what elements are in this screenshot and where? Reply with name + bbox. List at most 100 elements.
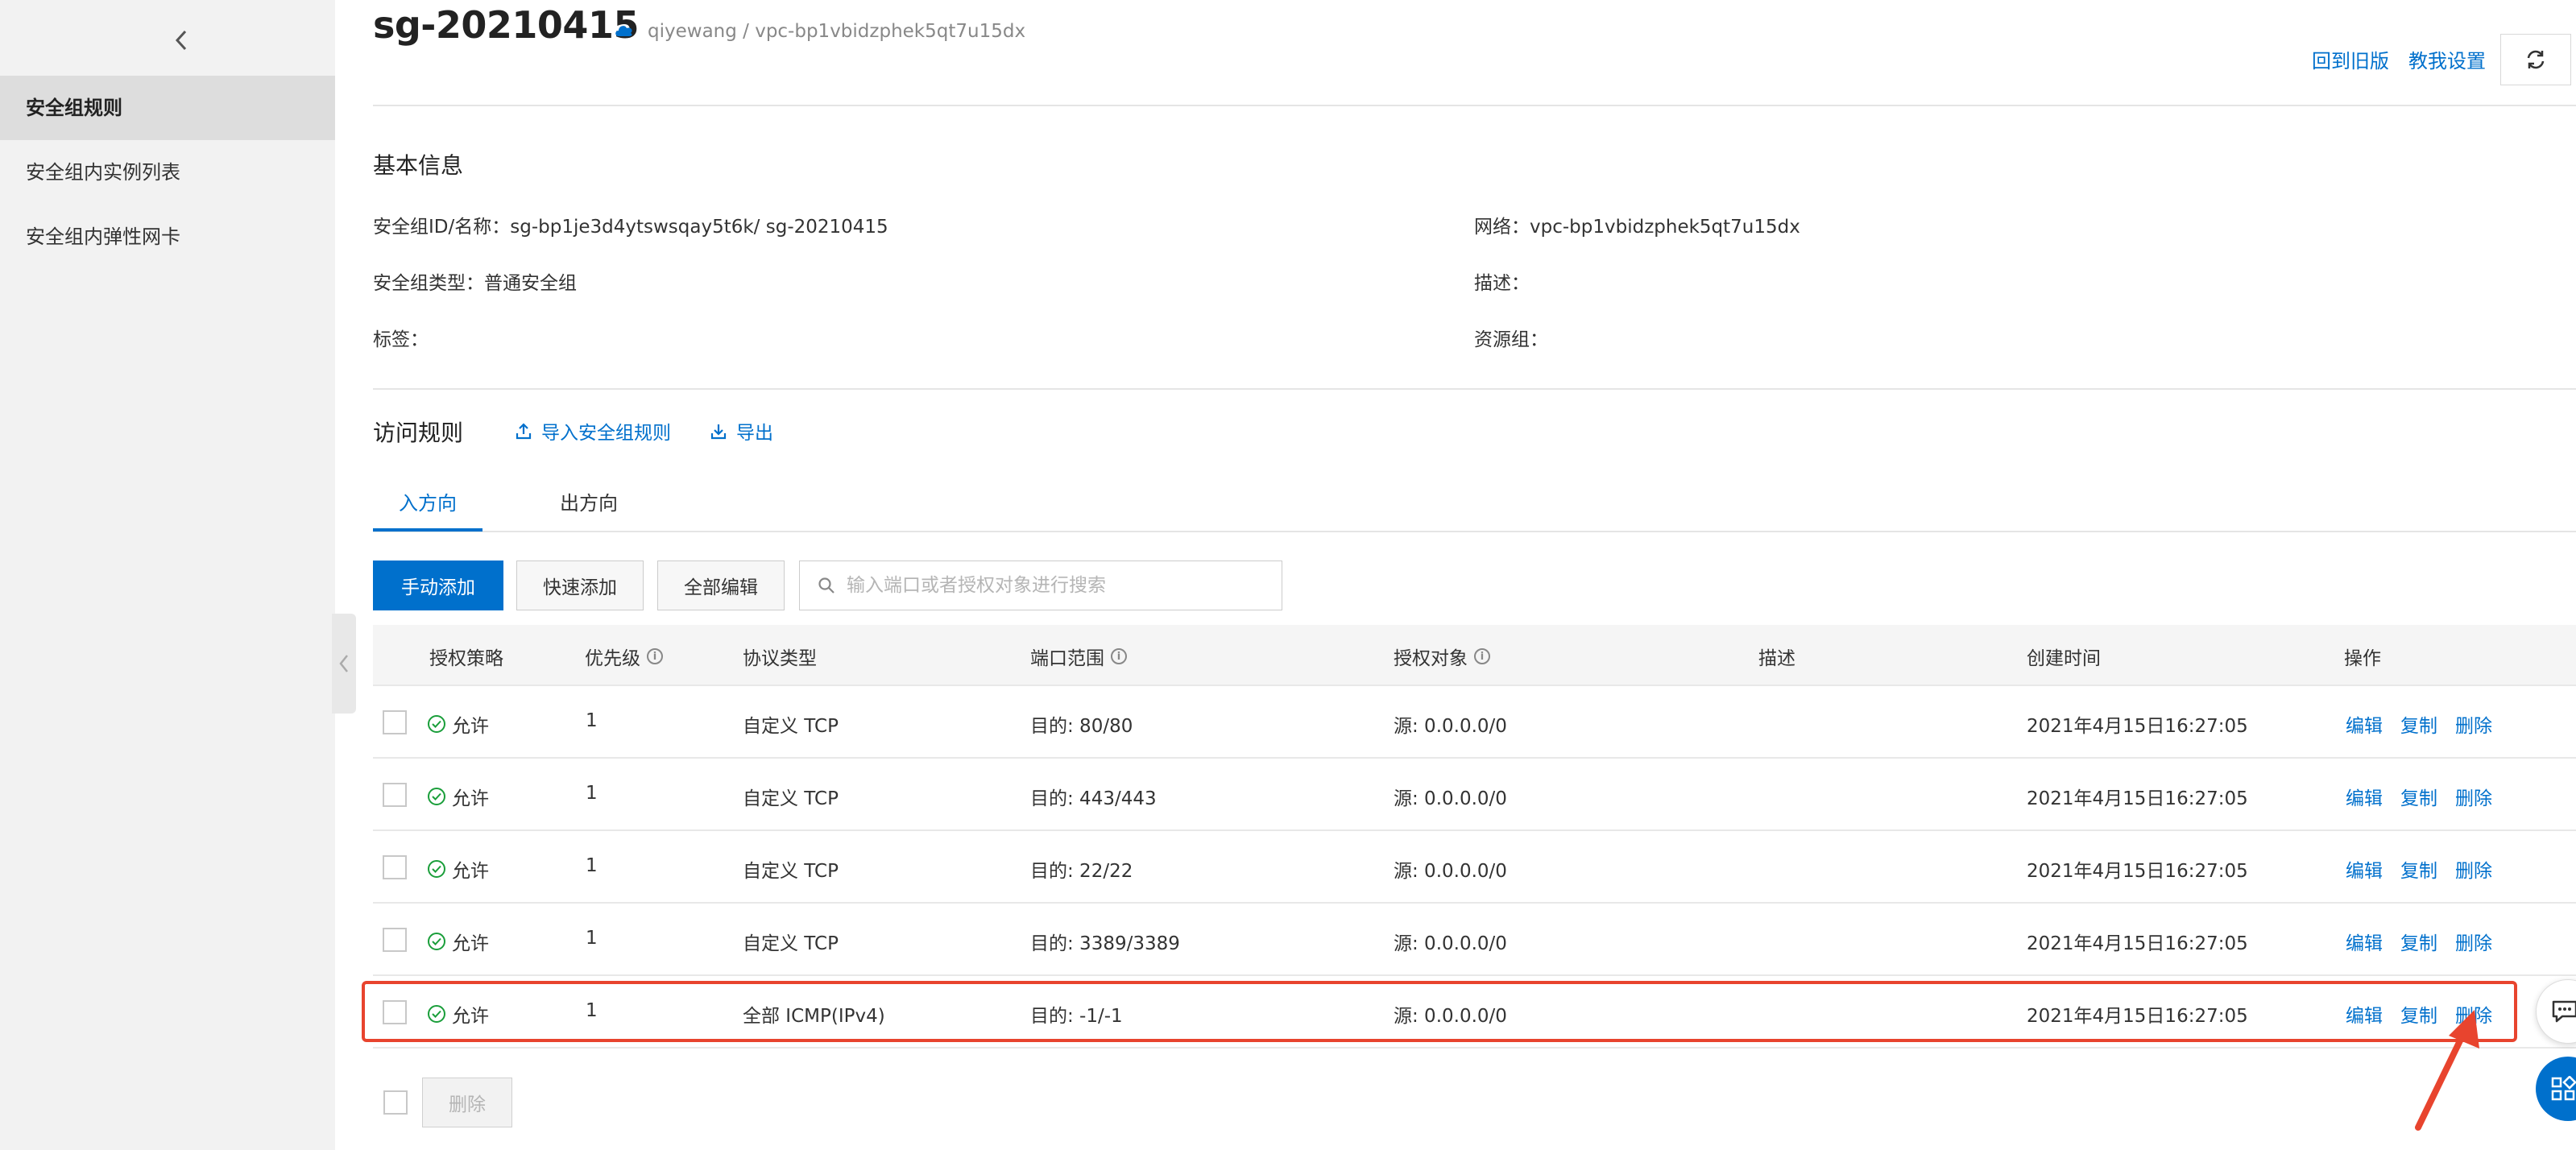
info-description: 描述： [1474, 267, 1530, 295]
priority-cell: 1 [586, 928, 598, 949]
sidebar-item-eni[interactable]: 安全组内弹性网卡 [0, 205, 335, 269]
back-to-old-version-link[interactable]: 回到旧版 [2312, 45, 2389, 73]
sidebar-item-security-rules[interactable]: 安全组规则 [0, 76, 335, 140]
rules-table-header: 授权策略 优先级 i 协议类型 端口范围 i 授权对象 i 描述 创建时间 操作 [373, 625, 2576, 686]
edit-link[interactable]: 编辑 [2346, 1000, 2383, 1028]
column-header-description: 描述 [1758, 643, 1795, 670]
created-cell: 2021年4月15日16:27:05 [2027, 861, 2248, 882]
port-cell: 目的: 22/22 [1030, 861, 1133, 882]
edit-link[interactable]: 编辑 [2346, 783, 2383, 810]
import-rules-label: 导入安全组规则 [541, 423, 671, 444]
table-row: 允许 1 自定义 TCP 目的: 3389/3389 源: 0.0.0.0/0 … [373, 904, 2576, 976]
column-header-label: 操作 [2344, 648, 2381, 669]
info-icon[interactable]: i [1474, 648, 1490, 664]
apps-icon [2551, 1076, 2576, 1101]
refresh-icon [2527, 50, 2545, 69]
column-header-label: 描述 [1758, 648, 1795, 669]
column-header-label: 授权策略 [429, 648, 503, 669]
edit-link[interactable]: 编辑 [2346, 855, 2383, 883]
sidebar-toggle-handle[interactable] [332, 614, 356, 714]
cloud-icon [615, 26, 632, 36]
policy-cell: 允许 [428, 855, 489, 883]
copy-link[interactable]: 复制 [2400, 928, 2437, 955]
delete-link[interactable]: 删除 [2455, 710, 2492, 738]
port-cell: 目的: 80/80 [1030, 716, 1133, 737]
priority-cell: 1 [586, 710, 598, 731]
copy-link[interactable]: 复制 [2400, 783, 2437, 810]
check-circle-icon [428, 860, 445, 878]
policy-text: 允许 [452, 933, 489, 954]
check-circle-icon [428, 715, 445, 733]
refresh-button[interactable] [2500, 34, 2571, 85]
manual-add-button[interactable]: 手动添加 [373, 561, 503, 610]
page-title: sg-20210415 [373, 3, 639, 47]
protocol-cell: 自定义 TCP [743, 716, 839, 737]
search-input[interactable] [847, 575, 1265, 596]
priority-cell: 1 [586, 783, 598, 804]
info-label: 标签： [373, 329, 429, 350]
info-label: 资源组： [1474, 329, 1548, 350]
tabs-divider [373, 531, 2576, 532]
edit-link[interactable]: 编辑 [2346, 710, 2383, 738]
column-header-label: 优先级 [585, 648, 640, 669]
check-circle-icon [428, 933, 445, 950]
tab-outbound[interactable]: 出方向 [560, 487, 618, 515]
tab-inbound[interactable]: 入方向 [399, 487, 457, 515]
select-all-checkbox[interactable] [383, 1090, 408, 1115]
info-resource-group: 资源组： [1474, 324, 1548, 351]
column-header-created: 创建时间 [2027, 643, 2101, 670]
quick-add-button[interactable]: 快速添加 [516, 561, 644, 610]
policy-cell: 允许 [428, 1000, 489, 1028]
table-row: 允许 1 自定义 TCP 目的: 22/22 源: 0.0.0.0/0 2021… [373, 831, 2576, 904]
chevron-left-icon [175, 30, 187, 51]
export-link[interactable]: 导出 [710, 417, 773, 445]
source-cell: 源: 0.0.0.0/0 [1394, 861, 1507, 882]
column-header-protocol: 协议类型 [743, 643, 817, 670]
import-rules-link[interactable]: 导入安全组规则 [516, 417, 671, 445]
batch-delete-button[interactable]: 删除 [422, 1078, 512, 1127]
info-label: 描述： [1474, 273, 1530, 294]
annotation-arrow-icon [2415, 1010, 2479, 1131]
delete-link[interactable]: 删除 [2455, 783, 2492, 810]
edit-all-button[interactable]: 全部编辑 [657, 561, 785, 610]
page-subtitle: qiyewang / vpc-bp1vbidzphek5qt7u15dx [648, 21, 1026, 42]
source-cell: 源: 0.0.0.0/0 [1394, 716, 1507, 737]
info-value: vpc-bp1vbidzphek5qt7u15dx [1530, 217, 1800, 238]
created-cell: 2021年4月15日16:27:05 [2027, 716, 2248, 737]
edit-link[interactable]: 编辑 [2346, 928, 2383, 955]
check-circle-icon [428, 788, 445, 805]
row-checkbox[interactable] [383, 928, 407, 952]
tutorial-link[interactable]: 教我设置 [2408, 45, 2486, 73]
created-cell: 2021年4月15日16:27:05 [2027, 788, 2248, 809]
delete-link[interactable]: 删除 [2455, 855, 2492, 883]
policy-cell: 允许 [428, 928, 489, 955]
priority-cell: 1 [586, 855, 598, 876]
sidebar-item-instance-list[interactable]: 安全组内实例列表 [0, 140, 335, 205]
port-cell: 目的: 443/443 [1030, 788, 1157, 809]
column-header-policy: 授权策略 [429, 643, 503, 670]
basic-info-title: 基本信息 [373, 152, 464, 179]
protocol-cell: 自定义 TCP [743, 933, 839, 954]
column-header-label: 端口范围 [1030, 648, 1104, 669]
column-header-label: 创建时间 [2027, 648, 2101, 669]
apps-button[interactable] [2536, 1057, 2576, 1121]
column-header-label: 协议类型 [743, 648, 817, 669]
row-checkbox[interactable] [383, 710, 407, 734]
protocol-cell: 自定义 TCP [743, 861, 839, 882]
copy-link[interactable]: 复制 [2400, 710, 2437, 738]
copy-link[interactable]: 复制 [2400, 855, 2437, 883]
delete-link[interactable]: 删除 [2455, 928, 2492, 955]
info-value: 普通安全组 [484, 273, 577, 294]
download-icon [710, 424, 727, 440]
column-header-priority: 优先级 i [585, 643, 663, 670]
info-label: 安全组ID/名称： [373, 217, 511, 238]
table-row: 允许 1 全部 ICMP(IPv4) 目的: -1/-1 源: 0.0.0.0/… [373, 976, 2576, 1049]
row-checkbox[interactable] [383, 783, 407, 807]
protocol-cell: 自定义 TCP [743, 788, 839, 809]
source-cell: 源: 0.0.0.0/0 [1394, 933, 1507, 954]
row-checkbox[interactable] [383, 1000, 407, 1024]
info-icon[interactable]: i [647, 648, 663, 664]
collapse-sidebar-button[interactable] [165, 24, 197, 56]
info-icon[interactable]: i [1111, 648, 1127, 664]
row-checkbox[interactable] [383, 855, 407, 879]
